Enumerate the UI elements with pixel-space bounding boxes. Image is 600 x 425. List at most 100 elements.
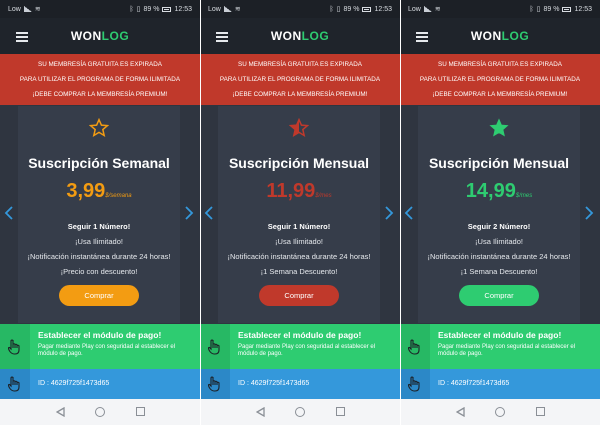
phone-screen-monthly-premium: Low ≋ ᛒ ▯ 89 % 12:53 WONLOG SU MEMBRESÍA… [400,0,600,425]
chevron-right-icon[interactable] [184,206,194,220]
bluetooth-icon: ᛒ [529,5,534,13]
app-bar: WONLOG [0,18,200,54]
hand-pointer-icon [200,324,230,369]
expired-banner: SU MEMBRESÍA GRATUITA ES EXPIRADA PARA U… [400,54,600,105]
home-circle-icon[interactable] [495,407,505,417]
bluetooth-icon: ᛒ [329,5,334,13]
vibrate-icon: ▯ [136,6,141,13]
recent-square-icon[interactable] [136,407,145,416]
plan-feature: ¡Precio con descuento! [60,267,138,276]
battery-label: 89 % [343,5,360,13]
payment-module-bar[interactable]: Establecer el módulo de pago! Pagar medi… [400,324,600,369]
payment-title: Establecer el módulo de pago! [38,330,162,340]
clock-label: 12:53 [174,5,192,13]
chevron-right-icon[interactable] [384,206,394,220]
status-bar: Low ≋ ᛒ ▯ 89 % 12:53 [400,0,600,18]
plan-card: Suscripción Semanal 3,99$/semana Seguir … [18,106,180,323]
buy-button[interactable]: Comprar [459,285,539,306]
plan-feature: ¡1 Semana Descuento! [460,267,538,276]
system-nav-bar [0,399,200,425]
app-logo: WONLOG [70,29,130,43]
banner-line: PARA UTILIZAR EL PROGRAMA DE FORMA ILIMI… [219,76,381,83]
battery-label: 89 % [143,5,160,13]
plan-feature: Seguir 1 Número! [67,222,131,231]
banner-line: SU MEMBRESÍA GRATUITA ES EXPIRADA [238,61,362,68]
chevron-right-icon[interactable] [584,206,594,220]
wifi-icon: ≋ [234,6,241,13]
system-nav-bar [400,399,600,425]
banner-line: SU MEMBRESÍA GRATUITA ES EXPIRADA [438,61,562,68]
carrier-label: Low [8,5,21,13]
status-bar: Low ≋ ᛒ ▯ 89 % 12:53 [200,0,400,18]
hand-pointer-icon [200,369,230,399]
system-nav-bar [200,399,400,425]
plan-feature: ¡Usa Ilimitado! [275,237,323,246]
payment-description: Pagar mediante Play con seguridad al est… [38,344,176,357]
chevron-left-icon[interactable] [4,206,14,220]
back-triangle-icon[interactable] [256,407,265,417]
buy-button[interactable]: Comprar [59,285,139,306]
plan-feature: ¡Usa Ilimitado! [475,237,523,246]
app-bar: WONLOG [400,18,600,54]
bluetooth-icon: ᛒ [129,5,134,13]
plan-carousel: Suscripción Mensual 14,99$/mes Seguir 2 … [400,105,600,324]
home-circle-icon[interactable] [95,407,105,417]
vibrate-icon: ▯ [536,6,541,13]
hamburger-icon[interactable] [416,32,428,42]
device-id-text: ID : 4629f725f1473d65 [38,380,110,387]
star-icon [289,118,309,138]
wifi-icon: ≋ [434,6,441,13]
status-bar: Low ≋ ᛒ ▯ 89 % 12:53 [0,0,200,18]
recent-square-icon[interactable] [536,407,545,416]
screen-divider [200,0,201,425]
payment-description: Pagar mediante Play con seguridad al est… [238,344,376,357]
back-triangle-icon[interactable] [456,407,465,417]
phone-screen-monthly: Low ≋ ᛒ ▯ 89 % 12:53 WONLOG SU MEMBRESÍA… [200,0,400,425]
device-id-bar[interactable]: ID : 4629f725f1473d65 [400,369,600,399]
hamburger-icon[interactable] [16,32,28,42]
app-logo: WONLOG [470,29,530,43]
banner-line: PARA UTILIZAR EL PROGRAMA DE FORMA ILIMI… [19,76,181,83]
back-triangle-icon[interactable] [56,407,65,417]
clock-label: 12:53 [574,5,592,13]
plan-carousel: Suscripción Mensual 11,99$/mes Seguir 1 … [200,105,400,324]
chevron-left-icon[interactable] [204,206,214,220]
plan-card: Suscripción Mensual 14,99$/mes Seguir 2 … [418,106,580,323]
wifi-icon: ≋ [34,6,41,13]
clock-label: 12:53 [374,5,392,13]
plan-carousel: Suscripción Semanal 3,99$/semana Seguir … [0,105,200,324]
device-id-bar[interactable]: ID : 4629f725f1473d65 [200,369,400,399]
screen-divider [400,0,401,425]
battery-icon [562,6,572,12]
chevron-left-icon[interactable] [404,206,414,220]
hamburger-icon[interactable] [216,32,228,42]
carrier-label: Low [408,5,421,13]
plan-feature: ¡Usa Ilimitado! [75,237,123,246]
plan-feature: ¡Notificación instantánea durante 24 hor… [427,252,571,261]
payment-module-bar[interactable]: Establecer el módulo de pago! Pagar medi… [200,324,400,369]
banner-line: SU MEMBRESÍA GRATUITA ES EXPIRADA [38,61,162,68]
hand-pointer-icon [0,324,30,369]
app-logo: WONLOG [270,29,330,43]
app-bar: WONLOG [200,18,400,54]
star-icon [89,118,109,138]
plan-title: Suscripción Mensual [428,155,570,171]
plan-title: Suscripción Semanal [28,155,170,171]
plan-feature: ¡1 Semana Descuento! [260,267,338,276]
payment-module-bar[interactable]: Establecer el módulo de pago! Pagar medi… [0,324,200,369]
plan-price: 11,99$/mes [266,180,332,202]
device-id-bar[interactable]: ID : 4629f725f1473d65 [0,369,200,399]
plan-title: Suscripción Mensual [228,155,370,171]
plan-feature: ¡Notificación instantánea durante 24 hor… [227,252,371,261]
vibrate-icon: ▯ [336,6,341,13]
carrier-label: Low [208,5,221,13]
plan-price: 3,99$/semana [66,180,132,202]
buy-button[interactable]: Comprar [259,285,339,306]
payment-description: Pagar mediante Play con seguridad al est… [438,344,576,357]
banner-line: ¡DEBE COMPRAR LA MEMBRESÍA PREMIUM! [432,91,568,98]
signal-icon [223,6,232,12]
home-circle-icon[interactable] [295,407,305,417]
banner-line: ¡DEBE COMPRAR LA MEMBRESÍA PREMIUM! [32,91,168,98]
device-id-text: ID : 4629f725f1473d65 [238,380,310,387]
recent-square-icon[interactable] [336,407,345,416]
